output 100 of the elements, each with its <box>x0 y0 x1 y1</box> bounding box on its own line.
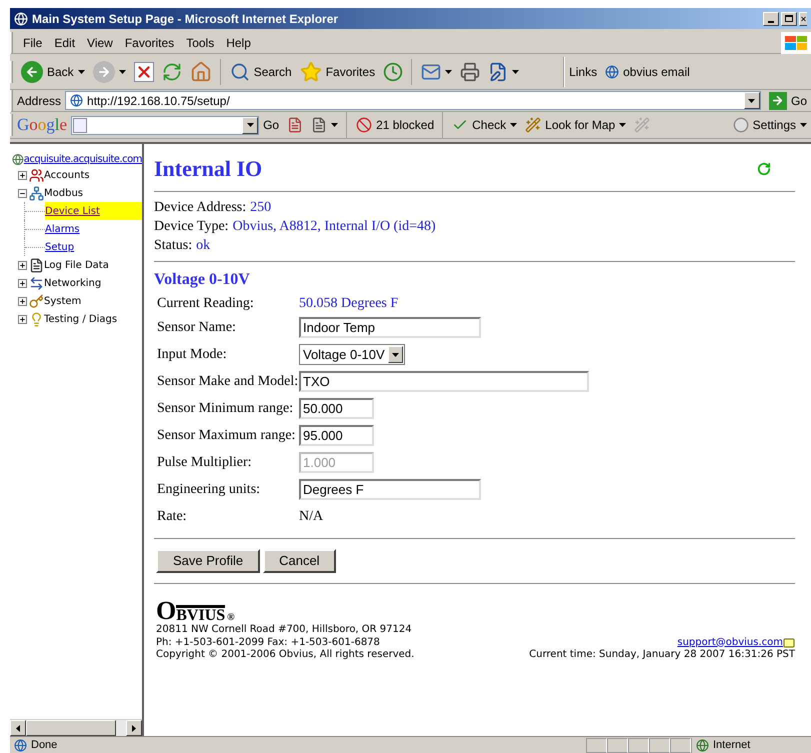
google-search-field[interactable] <box>71 116 260 134</box>
tree-item[interactable]: System <box>44 294 82 308</box>
expand-icon[interactable] <box>18 170 27 180</box>
link-button[interactable]: obvius email <box>605 62 690 80</box>
field-label: Pulse Multiplier: <box>157 454 252 472</box>
arrows-icon <box>29 276 44 290</box>
zone-text: Internet <box>713 738 750 753</box>
expand-icon[interactable] <box>18 278 27 288</box>
collapse-icon[interactable] <box>18 188 27 198</box>
dropdown-icon[interactable] <box>744 92 760 109</box>
history-icon[interactable] <box>383 62 404 82</box>
info-label: Status: <box>154 237 192 255</box>
current-time: Current time: Sunday, January 28 2007 16:31:26 PST <box>529 649 795 662</box>
caret-icon <box>331 123 338 127</box>
text-field[interactable]: 50.000 <box>299 398 374 419</box>
tree-link[interactable]: Alarms <box>45 220 142 238</box>
tree-item[interactable]: Modbus <box>44 186 83 200</box>
tree-item[interactable]: Accounts <box>44 168 90 182</box>
field-label: Sensor Maximum range: <box>157 427 296 445</box>
tree-item[interactable]: Testing / Diags <box>44 312 118 326</box>
info-value: 250 <box>250 199 272 217</box>
favorites-button[interactable]: Favorites <box>296 60 380 82</box>
popup-blocker-button[interactable]: 21 blocked <box>352 116 438 134</box>
google-logo: Google <box>17 114 68 136</box>
window-title: Main System Setup Page - Microsoft Internet Explorer <box>32 10 338 28</box>
maximize-icon[interactable] <box>781 12 797 26</box>
browser-icon <box>14 12 28 26</box>
menu-item[interactable]: Tools <box>180 34 220 52</box>
text-field[interactable]: Degrees F <box>299 479 481 500</box>
text-field[interactable]: 95.000 <box>299 425 374 446</box>
go-button[interactable]: Go <box>768 92 807 110</box>
refresh-icon[interactable] <box>757 162 771 176</box>
menu-item[interactable]: Favorites <box>118 34 180 52</box>
status-text: Done <box>31 738 58 753</box>
menu-item[interactable]: Help <box>220 34 257 52</box>
save-button[interactable]: Save Profile <box>156 549 260 573</box>
links-label: Links <box>569 64 598 80</box>
text-field[interactable]: TXO <box>299 371 589 392</box>
tree-item[interactable]: Networking <box>44 276 102 290</box>
menu-item[interactable]: View <box>81 34 119 52</box>
tree-root-link[interactable]: acquisuite.acquisuite.com <box>24 152 142 166</box>
network-icon <box>29 186 44 200</box>
footer-text: Ph: +1-503-601-2099 Fax: +1-503-601-6878 <box>156 636 381 649</box>
people-icon <box>29 168 44 182</box>
field-label: Sensor Minimum range: <box>157 400 294 418</box>
tree-link[interactable]: Setup <box>45 238 142 256</box>
menu-item[interactable]: Edit <box>48 34 82 52</box>
close-icon[interactable] <box>799 12 807 26</box>
field-label: Engineering units: <box>157 481 262 499</box>
caret-icon <box>246 123 254 127</box>
caret-icon <box>118 70 126 74</box>
caret-icon <box>800 123 807 127</box>
current-reading: 50.058 Degrees F <box>299 294 398 312</box>
font-button[interactable] <box>311 117 338 133</box>
text-field[interactable]: Indoor Temp <box>299 317 481 338</box>
status-pane <box>670 738 691 752</box>
rate-value: N/A <box>299 508 324 526</box>
footer-text: Copyright © 2001-2006 Obvius, All rights reserved. <box>156 649 414 662</box>
circle-icon <box>732 117 749 133</box>
horizontal-scrollbar[interactable] <box>10 719 142 736</box>
caret-icon <box>510 123 518 127</box>
scroll-right-icon[interactable] <box>126 720 142 736</box>
address-label: Address <box>17 92 62 110</box>
support-email-link[interactable]: support@obvius.com <box>677 636 783 649</box>
menu-item[interactable]: File <box>17 34 48 52</box>
print-icon[interactable] <box>460 62 480 82</box>
status-pane <box>586 738 607 752</box>
status-pane <box>607 738 628 752</box>
field-label: Current Reading: <box>157 294 255 312</box>
back-button[interactable]: Back <box>17 60 89 82</box>
input-mode-select[interactable]: Voltage 0-10V <box>299 344 405 365</box>
expand-icon[interactable] <box>18 260 27 270</box>
minimize-icon[interactable] <box>763 12 779 26</box>
edit-icon <box>488 62 508 82</box>
field-label: Sensor Name: <box>157 319 237 337</box>
key-icon <box>29 294 44 308</box>
search-button[interactable]: Search <box>226 62 296 82</box>
tree-item[interactable]: Log File Data <box>44 258 109 272</box>
address-field[interactable]: http://192.168.10.75/setup/ <box>65 91 761 110</box>
star-icon <box>300 60 322 82</box>
info-label: Device Type: <box>154 218 229 236</box>
expand-icon[interactable] <box>18 296 27 306</box>
settings-button[interactable]: Settings <box>728 116 811 134</box>
google-go-button[interactable]: Go <box>263 116 280 134</box>
map-button[interactable]: Look for Map <box>521 116 630 134</box>
cancel-button[interactable]: Cancel <box>263 549 336 573</box>
spell-check-button[interactable]: Check <box>448 116 522 134</box>
info-value: Obvius, A8812, Internal I/O (id=48) <box>232 218 436 236</box>
scrollbar-thumb[interactable] <box>26 720 116 736</box>
tree-link[interactable]: Device List <box>45 202 142 220</box>
page-title: Internal IO <box>154 155 262 183</box>
globe-icon <box>605 64 620 78</box>
scroll-left-icon[interactable] <box>10 720 26 736</box>
caret-icon <box>512 70 520 74</box>
field-label: Input Mode: <box>157 346 228 364</box>
notes-icon[interactable] <box>287 117 304 133</box>
stop-icon[interactable] <box>134 62 154 82</box>
expand-icon[interactable] <box>18 314 27 324</box>
page-icon <box>14 738 27 752</box>
search-icon <box>230 62 250 82</box>
